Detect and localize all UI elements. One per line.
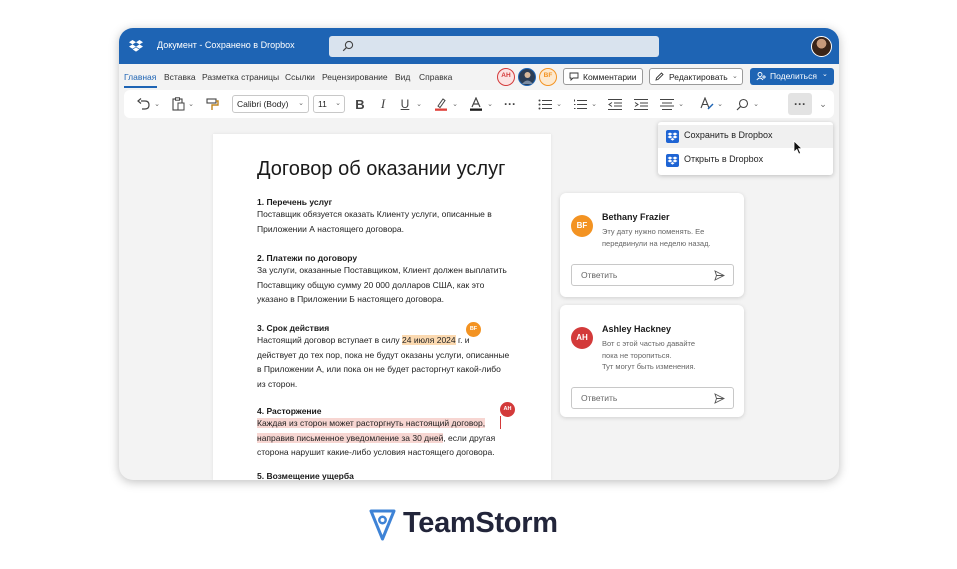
- dropbox-menu: Сохранить в Dropbox Открыть в Dropbox: [658, 122, 833, 175]
- reply-input[interactable]: Ответить: [571, 264, 734, 286]
- chevron-down-icon[interactable]: ⌄: [554, 90, 564, 118]
- undo-icon[interactable]: [132, 90, 154, 118]
- section-heading: 2. Платежи по договору: [257, 253, 358, 263]
- tab-review[interactable]: Рецензирование: [322, 72, 388, 82]
- title-bar: Документ - Сохранено в Dropbox: [119, 28, 839, 64]
- ribbon-tabs: Главная Вставка Разметка страницы Ссылки…: [119, 64, 839, 90]
- font-name-select[interactable]: Calibri (Body) ⌄: [232, 95, 309, 113]
- tab-home[interactable]: Главная: [124, 72, 156, 82]
- format-painter-icon[interactable]: [202, 90, 224, 118]
- paste-icon[interactable]: [168, 90, 188, 118]
- active-tab-indicator: [124, 86, 157, 88]
- find-icon[interactable]: [732, 90, 752, 118]
- user-avatar[interactable]: [811, 36, 832, 57]
- comment-card[interactable]: AH Ashley Hackney Вот с этой частью дава…: [560, 305, 744, 417]
- document-title: Документ - Сохранено в Dropbox: [157, 40, 295, 50]
- comment-author: Ashley Hackney: [602, 324, 672, 334]
- increase-indent-icon[interactable]: [631, 90, 651, 118]
- highlighted-date[interactable]: 24 июля 2024: [402, 335, 456, 345]
- comment-card[interactable]: BF Bethany Frazier Эту дату нужно поменя…: [560, 193, 744, 297]
- align-icon[interactable]: [657, 90, 677, 118]
- section-heading: 1. Перечень услуг: [257, 197, 333, 207]
- chevron-down-icon: ⌄: [335, 100, 341, 107]
- search-input[interactable]: [329, 36, 659, 57]
- bold-button[interactable]: B: [350, 90, 370, 118]
- comment-avatar: BF: [571, 215, 593, 237]
- comment-avatar: AH: [571, 327, 593, 349]
- send-icon[interactable]: [714, 270, 725, 281]
- highlighted-text[interactable]: направив письменное уведомление за 30 дн…: [257, 432, 444, 443]
- chevron-down-icon: ⌄: [822, 71, 828, 78]
- comment-icon: [569, 72, 579, 81]
- tab-view[interactable]: Вид: [395, 72, 410, 82]
- section-paragraph: Поставщик обязуется оказать Клиенту услу…: [257, 209, 492, 234]
- reply-input[interactable]: Ответить: [571, 387, 734, 409]
- text-cursor: [500, 416, 501, 429]
- dropbox-icon: [666, 130, 679, 143]
- comments-button[interactable]: Комментарии: [563, 68, 643, 85]
- comment-text: Вот с этой частью давайте пока не торопи…: [602, 339, 696, 371]
- chevron-down-icon[interactable]: ⌄: [751, 90, 761, 118]
- styles-icon[interactable]: [696, 90, 716, 118]
- presence-avatar-ah[interactable]: AH: [497, 68, 515, 86]
- search-icon: [342, 40, 354, 52]
- formatting-toolbar: ⌄ ⌄ Calibri (Body) ⌄ 11 ⌄ B I U ⌄ ⌄ ⌄ ··…: [124, 90, 834, 118]
- numbered-list-icon[interactable]: [570, 90, 590, 118]
- tab-layout[interactable]: Разметка страницы: [202, 72, 279, 82]
- open-in-dropbox-item[interactable]: Открыть в Dropbox: [658, 149, 833, 172]
- dropbox-logo-icon[interactable]: [129, 39, 143, 53]
- chevron-down-icon[interactable]: ⌄: [152, 90, 162, 118]
- brand-name: TeamStorm: [403, 507, 558, 539]
- chevron-down-icon[interactable]: ⌄: [715, 90, 725, 118]
- document-heading: Договор об оказании услуг: [257, 158, 506, 180]
- presence-avatar-photo[interactable]: [518, 68, 536, 86]
- mouse-cursor-icon: [793, 140, 803, 155]
- pencil-icon: [655, 72, 664, 81]
- bullet-list-icon[interactable]: [535, 90, 555, 118]
- tab-references[interactable]: Ссылки: [285, 72, 315, 82]
- comment-author: Bethany Frazier: [602, 212, 670, 222]
- highlighted-text[interactable]: Каждая из сторон может расторгнуть насто…: [257, 418, 486, 428]
- chevron-down-icon[interactable]: ⌄: [589, 90, 599, 118]
- comment-marker-ah[interactable]: AH: [500, 402, 515, 417]
- section-heading: 4. Расторжение: [257, 406, 322, 416]
- app-window: Документ - Сохранено в Dropbox Главная В…: [119, 28, 839, 480]
- share-button[interactable]: Поделиться ⌄: [750, 68, 834, 85]
- send-icon[interactable]: [714, 393, 725, 404]
- person-icon: [521, 72, 533, 84]
- section-heading: 3. Срок действия: [257, 323, 330, 333]
- share-person-icon: [756, 72, 766, 81]
- chevron-down-icon[interactable]: ⌄: [414, 90, 424, 118]
- save-to-dropbox-item[interactable]: Сохранить в Dropbox: [658, 125, 833, 148]
- section-paragraph: Каждая из сторон может расторгнуть насто…: [257, 418, 496, 457]
- chevron-down-icon[interactable]: ⌄: [450, 90, 460, 118]
- chevron-down-icon: ⌄: [732, 73, 738, 80]
- section-paragraph: За услуги, оказанные Поставщиком, Клиент…: [257, 265, 507, 304]
- chevron-down-icon[interactable]: ⌄: [485, 90, 495, 118]
- section-paragraph: Настоящий договор вступает в силу 24 июл…: [257, 335, 510, 389]
- font-color-icon[interactable]: [466, 90, 486, 118]
- decrease-indent-icon[interactable]: [605, 90, 625, 118]
- comment-text: Эту дату нужно поменять. Ее передвинули …: [602, 227, 711, 248]
- tab-insert[interactable]: Вставка: [164, 72, 196, 82]
- section-heading: 5. Возмещение ущерба: [257, 471, 354, 480]
- comment-marker-bf[interactable]: BF: [466, 322, 481, 337]
- highlight-icon[interactable]: [431, 90, 451, 118]
- dropbox-icon: [666, 154, 679, 167]
- chevron-down-icon[interactable]: ⌄: [186, 90, 196, 118]
- chevron-down-icon[interactable]: ⌄: [676, 90, 686, 118]
- tab-help[interactable]: Справка: [419, 72, 452, 82]
- chevron-down-icon[interactable]: ⌄: [818, 90, 828, 118]
- edit-mode-button[interactable]: Редактировать ⌄: [649, 68, 743, 85]
- more-formatting-icon[interactable]: ···: [500, 90, 520, 118]
- more-options-button[interactable]: ···: [788, 93, 812, 115]
- italic-button[interactable]: I: [373, 90, 393, 118]
- presence-avatar-bf[interactable]: BF: [539, 68, 557, 86]
- font-size-select[interactable]: 11 ⌄: [313, 95, 345, 113]
- document-page[interactable]: Договор об оказании услуг 1. Перечень ус…: [213, 134, 551, 480]
- teamstorm-logo-icon: [369, 509, 396, 541]
- underline-button[interactable]: U: [396, 90, 414, 118]
- chevron-down-icon: ⌄: [298, 100, 304, 107]
